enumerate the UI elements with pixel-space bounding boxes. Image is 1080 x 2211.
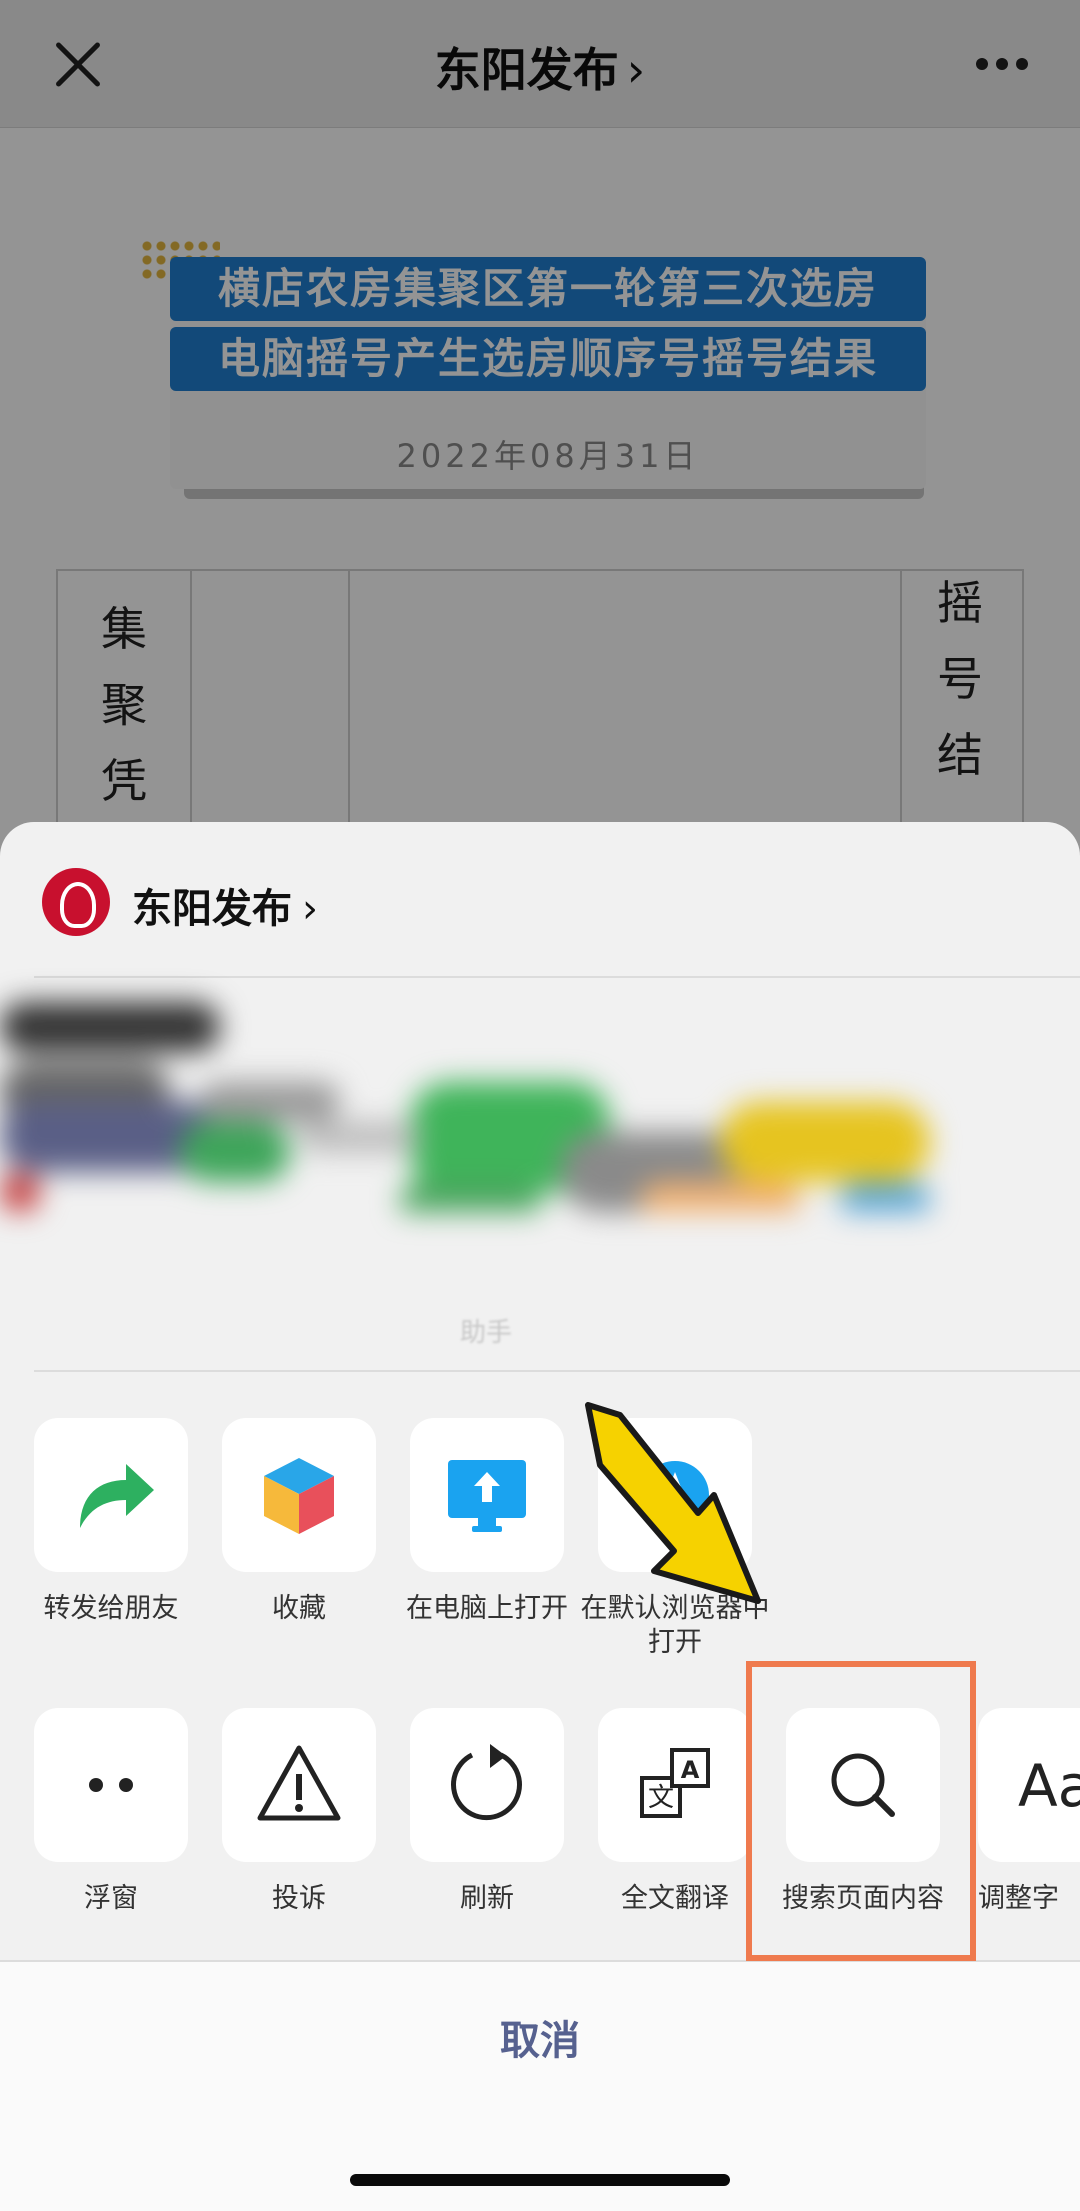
account-name[interactable]: 东阳发布 › xyxy=(132,876,318,934)
refresh-icon xyxy=(410,1708,564,1862)
favorite-label: 收藏 xyxy=(272,1593,326,1624)
report-label: 投诉 xyxy=(272,1883,326,1914)
translate-icon: 文 A xyxy=(598,1708,752,1862)
float-window-label: 浮窗 xyxy=(84,1883,138,1914)
home-indicator[interactable] xyxy=(350,2174,730,2186)
share-to-friend-label: 转发给朋友 xyxy=(43,1593,179,1624)
account-logo[interactable] xyxy=(42,868,110,936)
pointer-arrow-icon xyxy=(585,1402,761,1604)
warning-icon xyxy=(222,1708,376,1862)
share-arrow-icon xyxy=(34,1418,188,1572)
svg-text:文: 文 xyxy=(648,1783,674,1813)
chevron-right-icon: › xyxy=(302,886,318,932)
preview-label: 助手 xyxy=(460,1318,513,1348)
computer-upload-icon xyxy=(410,1418,564,1572)
open-on-computer-label: 在电脑上打开 xyxy=(406,1593,568,1624)
highlight-box xyxy=(746,1661,976,1961)
font-size-icon: Aa xyxy=(978,1708,1080,1862)
share-action-sheet: 东阳发布 › 助手 转发给朋友 收藏 在电脑上打开 在默认浏览器中打开 浮窗 投… xyxy=(0,822,1080,2211)
adjust-font-label: 调整字 xyxy=(978,1883,1059,1914)
blurred-share-targets xyxy=(0,982,1080,1212)
divider xyxy=(34,976,1080,978)
cancel-button[interactable]: 取消 xyxy=(0,2008,1080,2066)
refresh-label: 刷新 xyxy=(460,1883,514,1914)
account-name-text: 东阳发布 xyxy=(132,886,292,932)
favorite-cube-icon xyxy=(222,1418,376,1572)
divider xyxy=(34,1370,1080,1372)
float-window-icon xyxy=(34,1708,188,1862)
svg-text:A: A xyxy=(681,1756,700,1784)
